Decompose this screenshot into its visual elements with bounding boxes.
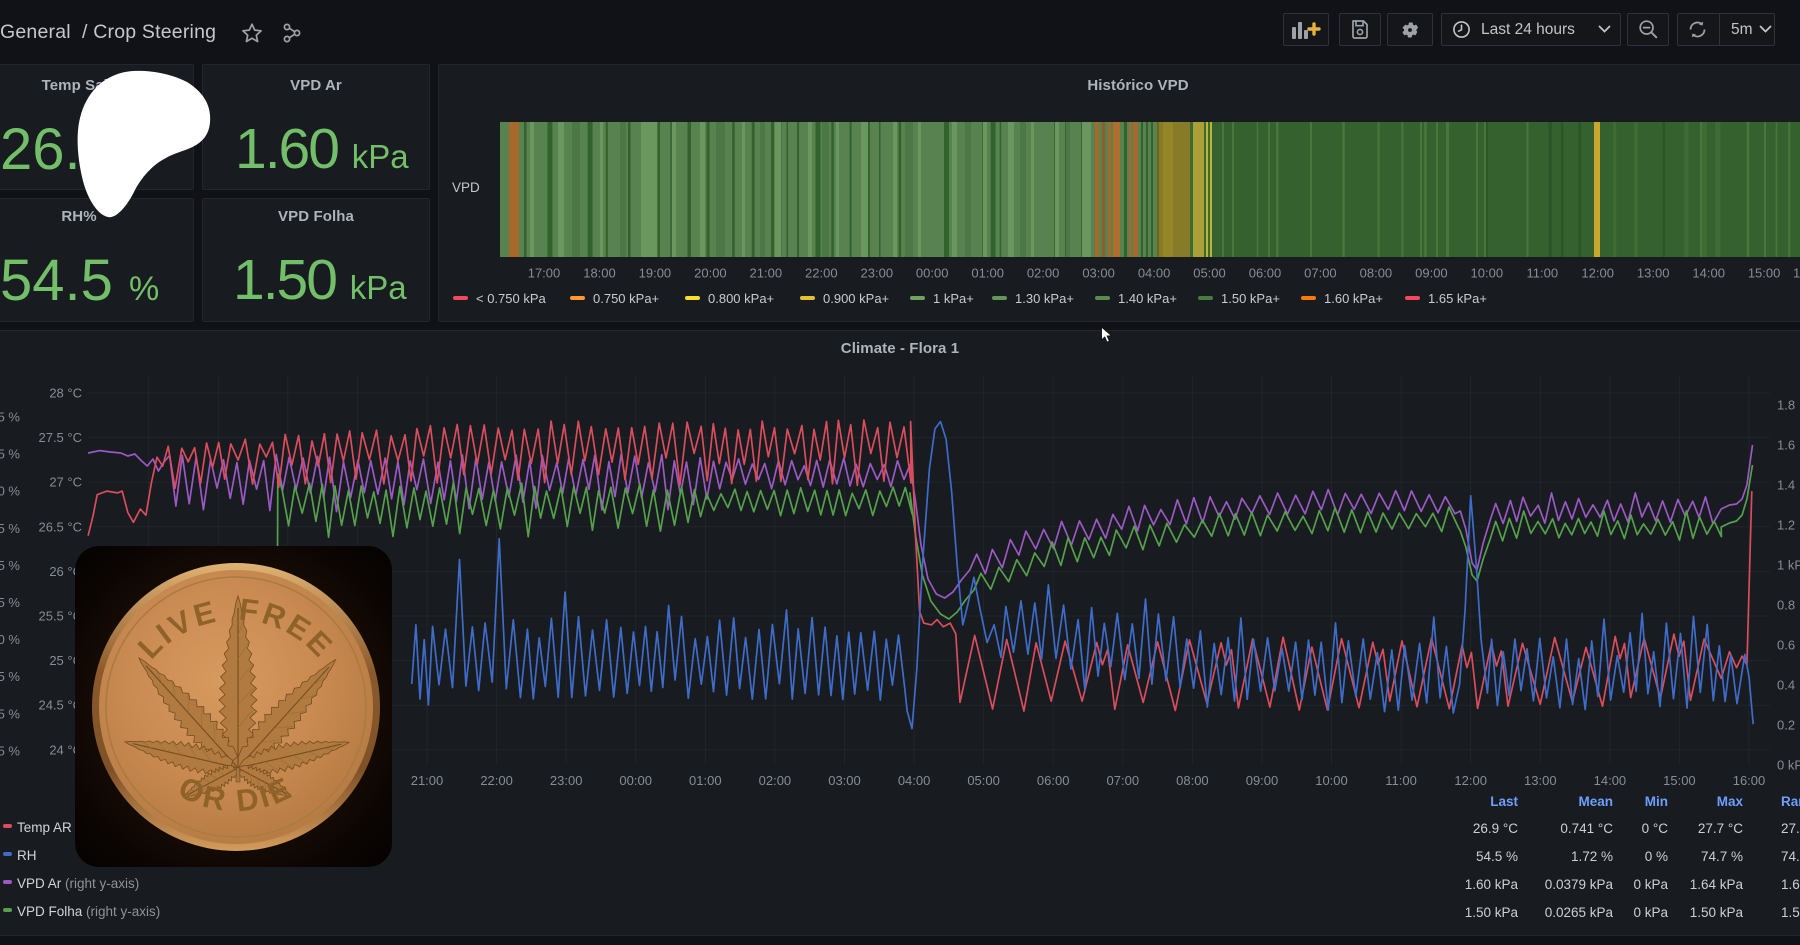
svg-text:06:00: 06:00 <box>1037 773 1070 788</box>
svg-text:1.8: 1.8 <box>1777 398 1795 413</box>
svg-text:1.4: 1.4 <box>1777 478 1795 493</box>
svg-text:60 %: 60 % <box>0 632 20 647</box>
svg-text:23:00: 23:00 <box>550 773 583 788</box>
svg-text:05:00: 05:00 <box>967 773 1000 788</box>
svg-text:03:00: 03:00 <box>828 773 861 788</box>
svg-text:67.5 %: 67.5 % <box>0 521 20 536</box>
svg-text:65 %: 65 % <box>0 558 20 573</box>
svg-text:55 %: 55 % <box>0 706 20 721</box>
svg-text:28 °C: 28 °C <box>49 386 82 401</box>
svg-text:0.6: 0.6 <box>1777 638 1795 653</box>
svg-text:1.2: 1.2 <box>1777 518 1795 533</box>
svg-text:00:00: 00:00 <box>619 773 652 788</box>
svg-text:02:00: 02:00 <box>759 773 792 788</box>
svg-text:57.5 %: 57.5 % <box>0 669 20 684</box>
svg-text:22:00: 22:00 <box>480 773 513 788</box>
svg-text:52.5 %: 52.5 % <box>0 743 20 758</box>
svg-text:0.4: 0.4 <box>1777 678 1795 693</box>
svg-text:72.5 %: 72.5 % <box>0 447 20 462</box>
svg-text:08:00: 08:00 <box>1176 773 1209 788</box>
svg-text:75 %: 75 % <box>0 410 20 425</box>
svg-text:15:00: 15:00 <box>1663 773 1696 788</box>
svg-text:16:00: 16:00 <box>1733 773 1766 788</box>
svg-text:21:00: 21:00 <box>411 773 444 788</box>
svg-text:13:00: 13:00 <box>1524 773 1557 788</box>
svg-text:12:00: 12:00 <box>1454 773 1487 788</box>
svg-text:0 kPa: 0 kPa <box>1777 758 1800 773</box>
svg-text:04:00: 04:00 <box>898 773 931 788</box>
svg-text:0.8: 0.8 <box>1777 598 1795 613</box>
svg-text:0.2: 0.2 <box>1777 718 1795 733</box>
svg-text:27 °C: 27 °C <box>49 475 82 490</box>
svg-text:07:00: 07:00 <box>1107 773 1140 788</box>
svg-text:14:00: 14:00 <box>1594 773 1627 788</box>
svg-text:09:00: 09:00 <box>1246 773 1279 788</box>
svg-text:62.5 %: 62.5 % <box>0 595 20 610</box>
svg-text:11:00: 11:00 <box>1385 773 1417 788</box>
svg-text:1.6: 1.6 <box>1777 438 1795 453</box>
svg-text:01:00: 01:00 <box>689 773 722 788</box>
svg-text:10:00: 10:00 <box>1315 773 1348 788</box>
svg-text:1 kPa: 1 kPa <box>1777 558 1800 573</box>
svg-text:26.5 °C: 26.5 °C <box>38 519 82 534</box>
svg-text:70 %: 70 % <box>0 484 20 499</box>
svg-text:27.5 °C: 27.5 °C <box>38 430 82 445</box>
